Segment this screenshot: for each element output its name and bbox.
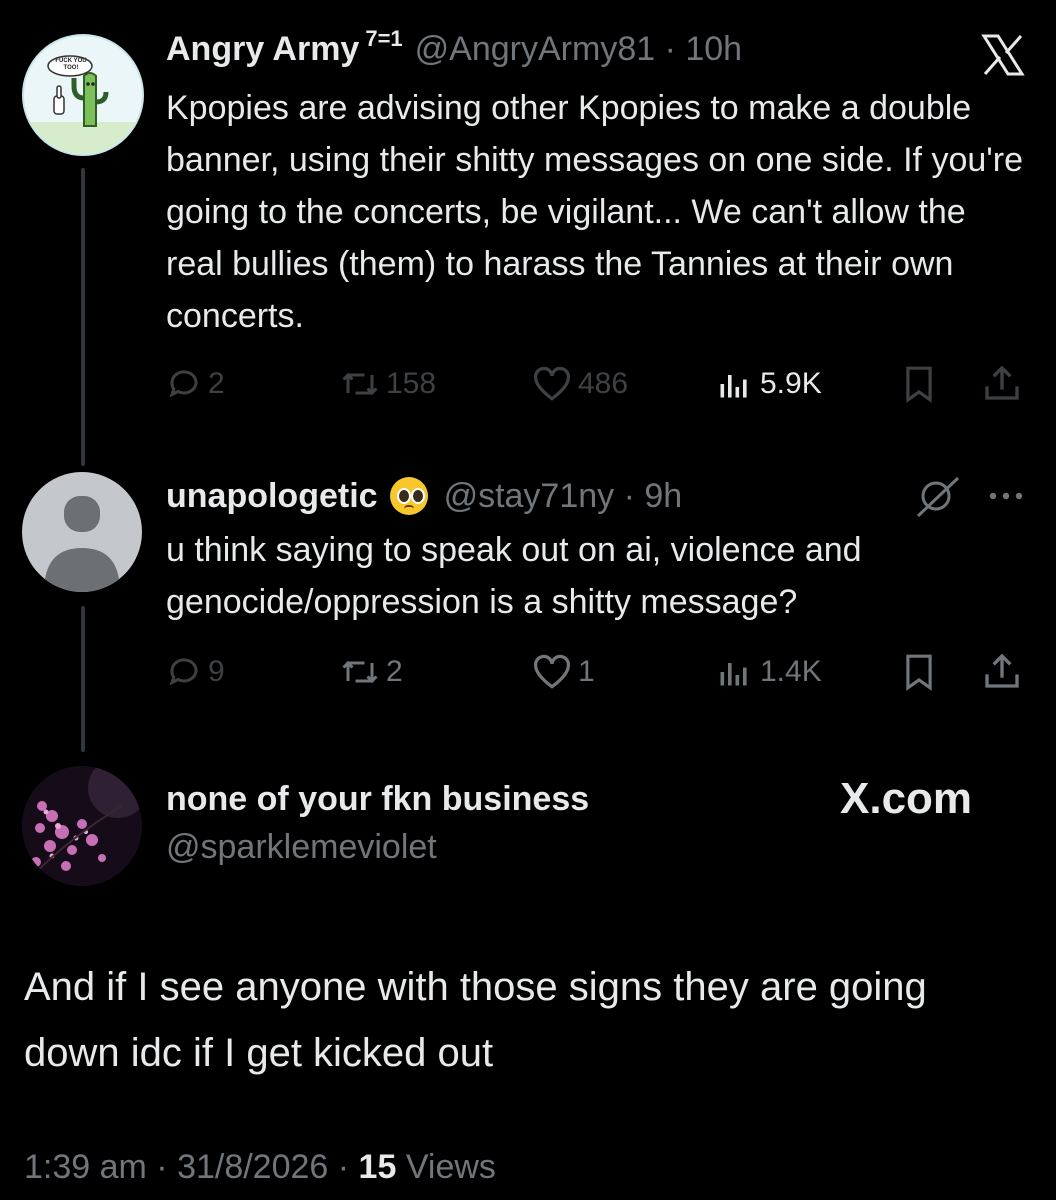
reply-icon bbox=[169, 370, 198, 398]
x-logo-icon[interactable] bbox=[978, 30, 1028, 80]
repost-button[interactable]: 158 bbox=[340, 364, 436, 404]
views-icon bbox=[720, 375, 747, 398]
thread-line-1 bbox=[81, 168, 85, 466]
views-button[interactable]: 1.4K bbox=[714, 652, 822, 692]
avatar-unapologetic[interactable] bbox=[22, 472, 142, 592]
repost-button[interactable]: 2 bbox=[340, 652, 403, 692]
views-count: 1.4K bbox=[760, 655, 822, 688]
repost-icon bbox=[342, 660, 378, 684]
bookmark-button[interactable] bbox=[902, 364, 936, 404]
views-count: 5.9K bbox=[760, 367, 822, 400]
tweet1-text: Kpopies are advising other Kpopies to ma… bbox=[166, 89, 1023, 335]
tweet1-header: Angry Army 7=1 @AngryArmy81 · 10h bbox=[166, 26, 742, 78]
share-icon bbox=[985, 365, 1019, 400]
tweet2-text: u think saying to speak out on ai, viole… bbox=[166, 531, 862, 621]
handle[interactable]: @sparklemeviolet bbox=[166, 828, 437, 867]
default-avatar-icon bbox=[44, 496, 120, 592]
avatar-sparklemeviolet[interactable] bbox=[22, 766, 142, 886]
timestamp[interactable]: 1:39 am · 31/8/2026 · bbox=[24, 1148, 359, 1186]
thread-line-2 bbox=[81, 606, 85, 752]
handle-time[interactable]: @stay71ny · 9h bbox=[444, 477, 683, 516]
reply-count: 9 bbox=[208, 655, 225, 688]
avatar-angry-army[interactable]: FUCK YOU TOO! bbox=[22, 34, 144, 156]
cactus-avatar-icon bbox=[24, 55, 142, 154]
heart-icon bbox=[533, 366, 571, 401]
flowers-avatar-icon bbox=[22, 766, 142, 886]
handle-time[interactable]: @AngryArmy81 · 10h bbox=[415, 30, 742, 69]
reply-icon bbox=[169, 658, 198, 686]
heart-icon bbox=[533, 654, 571, 689]
display-name[interactable]: unapologetic bbox=[166, 477, 378, 516]
bookmark-icon bbox=[906, 366, 932, 403]
reply-button[interactable]: 2 bbox=[166, 364, 225, 404]
pleading-face-emoji bbox=[389, 477, 428, 515]
views-icon bbox=[720, 663, 747, 686]
like-count: 486 bbox=[578, 367, 629, 400]
share-button[interactable] bbox=[982, 650, 1022, 692]
repost-icon bbox=[342, 372, 378, 396]
reply-button[interactable]: 9 bbox=[166, 652, 225, 692]
grok-icon[interactable] bbox=[912, 474, 964, 520]
like-button[interactable]: 486 bbox=[532, 364, 628, 404]
share-button[interactable] bbox=[982, 362, 1022, 404]
repost-count: 158 bbox=[386, 367, 437, 400]
display-name[interactable]: none of your fkn business bbox=[166, 780, 589, 819]
avatar-sign-text: FUCK YOU TOO! bbox=[55, 58, 87, 71]
views-count: 15 bbox=[358, 1148, 397, 1186]
views-button[interactable]: 5.9K bbox=[714, 364, 822, 404]
share-icon bbox=[985, 653, 1019, 688]
reply-count: 2 bbox=[208, 367, 225, 400]
tweet3-footer: 1:39 am · 31/8/2026 · 15 Views bbox=[24, 1148, 496, 1187]
views-label: Views bbox=[396, 1148, 496, 1186]
bookmark-icon bbox=[906, 654, 932, 691]
xcom-watermark: X.com bbox=[840, 774, 973, 823]
display-name[interactable]: Angry Army bbox=[166, 30, 359, 69]
tweet2-header: unapologetic @stay71ny · 9h bbox=[166, 472, 682, 520]
more-options-icon[interactable] bbox=[986, 488, 1026, 504]
repost-count: 2 bbox=[386, 655, 403, 688]
bookmark-button[interactable] bbox=[902, 652, 936, 692]
like-button[interactable]: 1 bbox=[532, 652, 595, 692]
like-count: 1 bbox=[578, 655, 595, 688]
tweet3-text: And if I see anyone with those signs the… bbox=[24, 965, 927, 1075]
name-superscript: 7=1 bbox=[365, 26, 403, 51]
